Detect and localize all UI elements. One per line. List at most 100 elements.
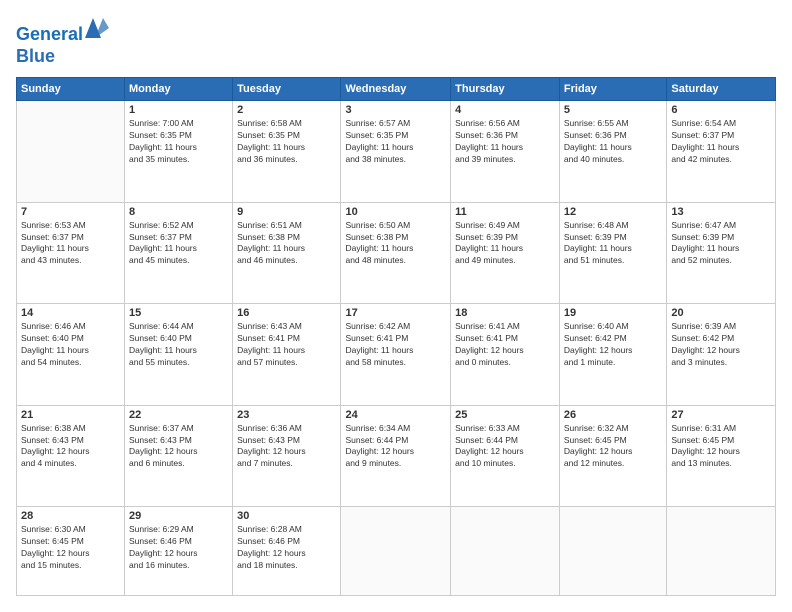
calendar-cell: 17 Sunrise: 6:42 AMSunset: 6:41 PMDayligh… — [341, 304, 451, 406]
weekday-header-wednesday: Wednesday — [341, 78, 451, 101]
day-number: 2 — [237, 104, 336, 116]
day-info: Sunrise: 6:43 AMSunset: 6:41 PMDaylight:… — [237, 321, 336, 369]
calendar-cell: 16 Sunrise: 6:43 AMSunset: 6:41 PMDayligh… — [233, 304, 341, 406]
calendar-cell: 24Sunrise: 6:34 AMSunset: 6:44 PMDayligh… — [341, 405, 451, 507]
calendar-cell: 14Sunrise: 6:46 AMSunset: 6:40 PMDayligh… — [17, 304, 125, 406]
day-info: Sunrise: 6:54 AMSunset: 6:37 PMDaylight:… — [671, 118, 771, 166]
day-number: 3 — [345, 104, 446, 116]
calendar-cell: 21 Sunrise: 6:38 AMSunset: 6:43 PMDayligh… — [17, 405, 125, 507]
calendar-cell: 9 Sunrise: 6:51 AMSunset: 6:38 PMDaylight… — [233, 202, 341, 304]
day-info: Sunrise: 6:32 AMSunset: 6:45 PMDaylight:… — [564, 423, 662, 471]
weekday-header-thursday: Thursday — [451, 78, 560, 101]
day-number: 23 — [237, 409, 336, 421]
calendar-cell: 22 Sunrise: 6:37 AMSunset: 6:43 PMDayligh… — [125, 405, 233, 507]
day-info: Sunrise: 7:00 AMSunset: 6:35 PMDaylight:… — [129, 118, 228, 166]
day-info: Sunrise: 6:28 AMSunset: 6:46 PMDaylight:… — [237, 524, 336, 572]
day-number: 21 — [21, 409, 120, 421]
day-info: Sunrise: 6:46 AMSunset: 6:40 PMDaylight:… — [21, 321, 120, 369]
day-number: 7 — [21, 206, 120, 218]
day-info: Sunrise: 6:31 AMSunset: 6:45 PMDaylight:… — [671, 423, 771, 471]
day-number: 27 — [671, 409, 771, 421]
day-number: 4 — [455, 104, 555, 116]
day-number: 30 — [237, 510, 336, 522]
day-number: 19 — [564, 307, 662, 319]
calendar-cell: 30 Sunrise: 6:28 AMSunset: 6:46 PMDayligh… — [233, 507, 341, 596]
day-number: 8 — [129, 206, 228, 218]
day-info: Sunrise: 6:58 AMSunset: 6:35 PMDaylight:… — [237, 118, 336, 166]
week-row-5: 28 Sunrise: 6:30 AMSunset: 6:45 PMDayligh… — [17, 507, 776, 596]
weekday-header-friday: Friday — [559, 78, 666, 101]
day-info: Sunrise: 6:37 AMSunset: 6:43 PMDaylight:… — [129, 423, 228, 471]
calendar-cell: 23 Sunrise: 6:36 AMSunset: 6:43 PMDayligh… — [233, 405, 341, 507]
calendar-cell: 1 Sunrise: 7:00 AMSunset: 6:35 PMDaylight… — [125, 101, 233, 203]
day-number: 15 — [129, 307, 228, 319]
day-info: Sunrise: 6:56 AMSunset: 6:36 PMDaylight:… — [455, 118, 555, 166]
calendar-cell: 18Sunrise: 6:41 AMSunset: 6:41 PMDayligh… — [451, 304, 560, 406]
day-info: Sunrise: 6:33 AMSunset: 6:44 PMDaylight:… — [455, 423, 555, 471]
calendar-cell: 12 Sunrise: 6:48 AMSunset: 6:39 PMDayligh… — [559, 202, 666, 304]
day-info: Sunrise: 6:39 AMSunset: 6:42 PMDaylight:… — [671, 321, 771, 369]
calendar-table: SundayMondayTuesdayWednesdayThursdayFrid… — [16, 77, 776, 596]
day-number: 16 — [237, 307, 336, 319]
calendar-cell: 3 Sunrise: 6:57 AMSunset: 6:35 PMDaylight… — [341, 101, 451, 203]
day-info: Sunrise: 6:48 AMSunset: 6:39 PMDaylight:… — [564, 220, 662, 268]
day-info: Sunrise: 6:47 AMSunset: 6:39 PMDaylight:… — [671, 220, 771, 268]
weekday-header-row: SundayMondayTuesdayWednesdayThursdayFrid… — [17, 78, 776, 101]
day-number: 18 — [455, 307, 555, 319]
logo-general: General — [16, 24, 83, 44]
weekday-header-sunday: Sunday — [17, 78, 125, 101]
calendar-cell: 10Sunrise: 6:50 AMSunset: 6:38 PMDayligh… — [341, 202, 451, 304]
calendar-cell: 19 Sunrise: 6:40 AMSunset: 6:42 PMDayligh… — [559, 304, 666, 406]
day-number: 25 — [455, 409, 555, 421]
calendar-cell: 8 Sunrise: 6:52 AMSunset: 6:37 PMDaylight… — [125, 202, 233, 304]
day-info: Sunrise: 6:36 AMSunset: 6:43 PMDaylight:… — [237, 423, 336, 471]
calendar-cell: 26Sunrise: 6:32 AMSunset: 6:45 PMDayligh… — [559, 405, 666, 507]
week-row-2: 7 Sunrise: 6:53 AMSunset: 6:37 PMDaylight… — [17, 202, 776, 304]
day-info: Sunrise: 6:40 AMSunset: 6:42 PMDaylight:… — [564, 321, 662, 369]
day-info: Sunrise: 6:29 AMSunset: 6:46 PMDaylight:… — [129, 524, 228, 572]
logo-icon — [85, 16, 109, 40]
weekday-header-tuesday: Tuesday — [233, 78, 341, 101]
day-info: Sunrise: 6:55 AMSunset: 6:36 PMDaylight:… — [564, 118, 662, 166]
day-info: Sunrise: 6:38 AMSunset: 6:43 PMDaylight:… — [21, 423, 120, 471]
calendar-cell: 20 Sunrise: 6:39 AMSunset: 6:42 PMDayligh… — [667, 304, 776, 406]
calendar-cell — [341, 507, 451, 596]
calendar-cell: 27 Sunrise: 6:31 AMSunset: 6:45 PMDayligh… — [667, 405, 776, 507]
day-info: Sunrise: 6:44 AMSunset: 6:40 PMDaylight:… — [129, 321, 228, 369]
calendar-cell: 5Sunrise: 6:55 AMSunset: 6:36 PMDaylight… — [559, 101, 666, 203]
logo: General Blue — [16, 16, 109, 67]
week-row-4: 21 Sunrise: 6:38 AMSunset: 6:43 PMDayligh… — [17, 405, 776, 507]
calendar-cell: 29Sunrise: 6:29 AMSunset: 6:46 PMDayligh… — [125, 507, 233, 596]
calendar-cell: 13 Sunrise: 6:47 AMSunset: 6:39 PMDayligh… — [667, 202, 776, 304]
day-number: 9 — [237, 206, 336, 218]
page: General Blue SundayMondayTuesdayWednesda… — [0, 0, 792, 612]
header: General Blue — [16, 16, 776, 67]
day-info: Sunrise: 6:52 AMSunset: 6:37 PMDaylight:… — [129, 220, 228, 268]
day-info: Sunrise: 6:42 AMSunset: 6:41 PMDaylight:… — [345, 321, 446, 369]
weekday-header-monday: Monday — [125, 78, 233, 101]
calendar-cell — [667, 507, 776, 596]
day-number: 6 — [671, 104, 771, 116]
calendar-cell: 28 Sunrise: 6:30 AMSunset: 6:45 PMDayligh… — [17, 507, 125, 596]
day-number: 13 — [671, 206, 771, 218]
calendar-cell: 6 Sunrise: 6:54 AMSunset: 6:37 PMDaylight… — [667, 101, 776, 203]
calendar-cell — [451, 507, 560, 596]
day-number: 1 — [129, 104, 228, 116]
calendar-cell: 25 Sunrise: 6:33 AMSunset: 6:44 PMDayligh… — [451, 405, 560, 507]
day-number: 10 — [345, 206, 446, 218]
day-info: Sunrise: 6:53 AMSunset: 6:37 PMDaylight:… — [21, 220, 120, 268]
week-row-1: 1 Sunrise: 7:00 AMSunset: 6:35 PMDaylight… — [17, 101, 776, 203]
day-number: 20 — [671, 307, 771, 319]
day-info: Sunrise: 6:30 AMSunset: 6:45 PMDaylight:… — [21, 524, 120, 572]
day-number: 22 — [129, 409, 228, 421]
day-number: 28 — [21, 510, 120, 522]
calendar-cell: 11Sunrise: 6:49 AMSunset: 6:39 PMDayligh… — [451, 202, 560, 304]
weekday-header-saturday: Saturday — [667, 78, 776, 101]
calendar-cell — [559, 507, 666, 596]
calendar-cell — [17, 101, 125, 203]
day-info: Sunrise: 6:57 AMSunset: 6:35 PMDaylight:… — [345, 118, 446, 166]
day-number: 17 — [345, 307, 446, 319]
day-info: Sunrise: 6:51 AMSunset: 6:38 PMDaylight:… — [237, 220, 336, 268]
day-number: 12 — [564, 206, 662, 218]
logo-text: General Blue — [16, 16, 109, 67]
